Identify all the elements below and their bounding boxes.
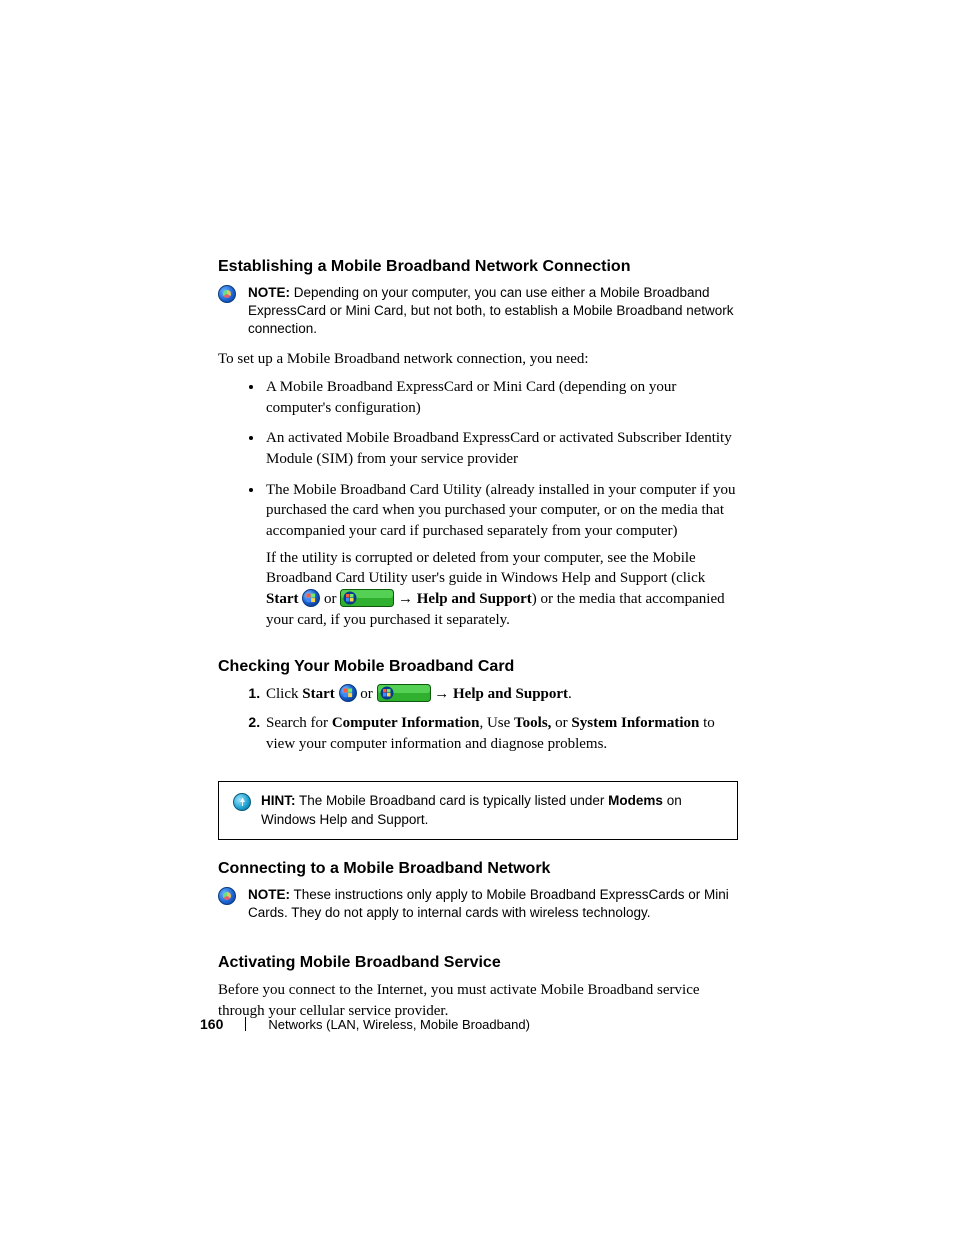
system-information-label: System Information [571, 715, 699, 731]
page-footer: 160 Networks (LAN, Wireless, Mobile Broa… [200, 1016, 530, 1032]
hint-text: HINT: The Mobile Broadband card is typic… [261, 792, 723, 828]
heading-establishing: Establishing a Mobile Broadband Network … [218, 258, 738, 276]
hint-box: HINT: The Mobile Broadband card is typic… [218, 781, 738, 839]
list-item-subtext: If the utility is corrupted or deleted f… [266, 548, 738, 631]
step-item: Click Start or [264, 684, 738, 705]
page-number: 160 [200, 1016, 223, 1032]
list-item: The Mobile Broadband Card Utility (alrea… [264, 480, 738, 631]
start-label: Start [266, 591, 299, 607]
chapter-title: Networks (LAN, Wireless, Mobile Broadban… [268, 1017, 530, 1032]
note-text: NOTE: Depending on your computer, you ca… [248, 284, 738, 339]
activating-paragraph: Before you connect to the Internet, you … [218, 980, 738, 1021]
hint-label: HINT: [261, 793, 296, 808]
intro-paragraph: To set up a Mobile Broadband network con… [218, 349, 738, 369]
help-support-label: Help and Support [453, 686, 568, 702]
note-connecting: NOTE: These instructions only apply to M… [218, 886, 738, 922]
start-orb-icon [302, 589, 320, 607]
help-support-label: Help and Support [417, 591, 532, 607]
note-body: Depending on your computer, you can use … [248, 285, 734, 336]
vista-start-button-icon [377, 684, 431, 702]
text-fragment: or [551, 715, 571, 731]
step-item: Search for Computer Information, Use Too… [264, 713, 738, 755]
note-label: NOTE: [248, 285, 290, 300]
arrow-icon: → [398, 591, 413, 607]
heading-checking: Checking Your Mobile Broadband Card [218, 658, 738, 676]
note-icon [218, 887, 236, 905]
heading-activating: Activating Mobile Broadband Service [218, 954, 738, 972]
text-fragment: If the utility is corrupted or deleted f… [266, 550, 705, 587]
note-establishing: NOTE: Depending on your computer, you ca… [218, 284, 738, 339]
note-body: These instructions only apply to Mobile … [248, 887, 729, 920]
steps-checking: Click Start or [218, 684, 738, 755]
text-fragment: Search for [266, 715, 332, 731]
page-content: Establishing a Mobile Broadband Network … [218, 258, 738, 1029]
text-fragment: The Mobile Broadband card is typically l… [296, 793, 609, 808]
list-item-text: A Mobile Broadband ExpressCard or Mini C… [266, 379, 676, 416]
start-label: Start [302, 686, 335, 702]
text-period: . [568, 686, 572, 702]
note-text: NOTE: These instructions only apply to M… [248, 886, 738, 922]
note-icon [218, 285, 236, 303]
start-orb-icon [339, 684, 357, 702]
arrow-icon: → [434, 686, 449, 702]
list-item-text: An activated Mobile Broadband ExpressCar… [266, 430, 732, 467]
requirements-list: A Mobile Broadband ExpressCard or Mini C… [218, 377, 738, 631]
hint-icon [233, 793, 251, 811]
vista-start-button-icon [340, 589, 394, 607]
heading-connecting: Connecting to a Mobile Broadband Network [218, 860, 738, 878]
computer-information-label: Computer Information [332, 715, 480, 731]
footer-divider [245, 1017, 246, 1031]
list-item: An activated Mobile Broadband ExpressCar… [264, 428, 738, 469]
text-click: Click [266, 686, 299, 702]
tools-label: Tools, [514, 715, 551, 731]
text-or: or [324, 591, 337, 607]
text-fragment: , Use [479, 715, 514, 731]
list-item: A Mobile Broadband ExpressCard or Mini C… [264, 377, 738, 418]
text-or: or [360, 686, 373, 702]
modems-label: Modems [608, 793, 663, 808]
note-label: NOTE: [248, 887, 290, 902]
list-item-text: The Mobile Broadband Card Utility (alrea… [266, 482, 735, 539]
